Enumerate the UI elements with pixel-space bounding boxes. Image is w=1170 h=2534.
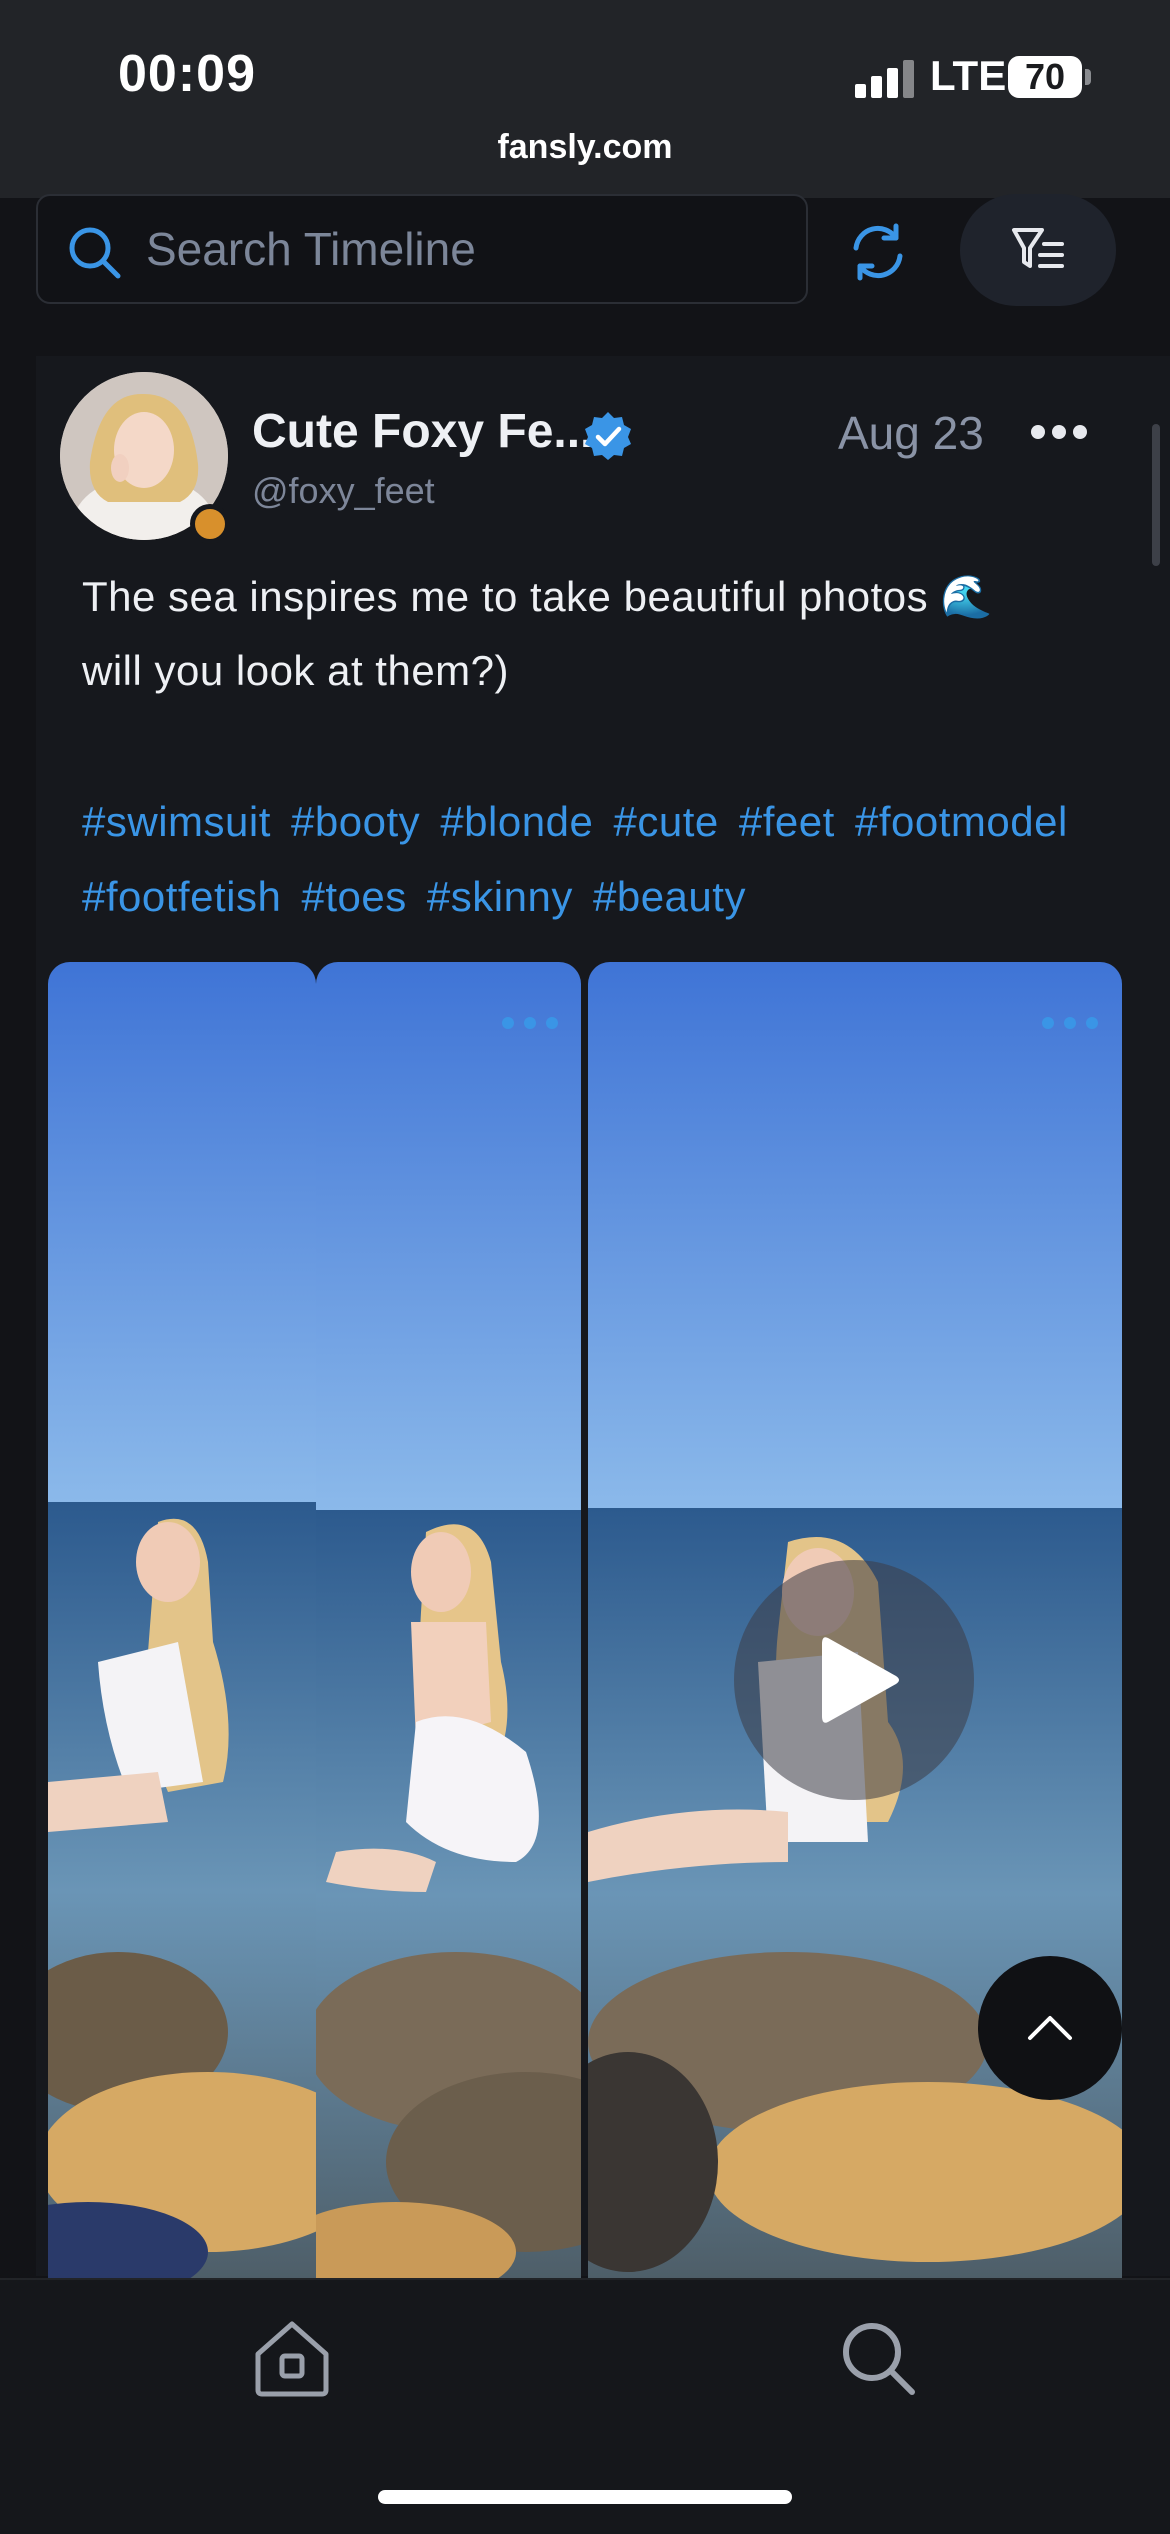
scroll-to-top-button[interactable] <box>978 1956 1122 2100</box>
media-more-icon[interactable] <box>1040 1016 1100 1030</box>
signal-strength-icon <box>855 60 915 98</box>
scrollbar[interactable] <box>1152 424 1160 566</box>
hashtag-link[interactable]: #cute <box>613 798 718 845</box>
post-text-line: The sea inspires me to take beautiful ph… <box>82 573 994 620</box>
hashtag-link[interactable]: #booty <box>291 798 420 845</box>
online-status-indicator <box>190 504 230 544</box>
hashtag-link[interactable]: #feet <box>739 798 835 845</box>
post-hashtags: #swimsuit #booty #blonde #cute #feet #fo… <box>82 784 1142 934</box>
hashtag-link[interactable]: #footfetish <box>82 873 281 920</box>
media-more-icon[interactable] <box>500 1016 560 1030</box>
filter-icon <box>1012 228 1064 268</box>
hashtag-link[interactable]: #swimsuit <box>82 798 271 845</box>
verified-badge-icon <box>585 412 631 460</box>
more-icon[interactable] <box>1030 420 1088 444</box>
media-photo-1[interactable] <box>48 962 316 2280</box>
post-text: The sea inspires me to take beautiful ph… <box>82 560 1102 708</box>
post-author-name[interactable]: Cute Foxy Fe... <box>252 404 593 459</box>
chevron-up-icon <box>1028 2016 1072 2040</box>
home-icon[interactable] <box>252 2318 332 2398</box>
search-icon <box>69 227 121 279</box>
status-bar: 00:09 LTE 70 fansly.com <box>0 0 1170 198</box>
post-text-line: will you look at them?) <box>82 647 510 694</box>
video-play-button[interactable] <box>734 1560 974 1800</box>
browser-url[interactable]: fansly.com <box>0 128 1170 167</box>
battery-tip <box>1085 69 1091 85</box>
hashtag-link[interactable]: #toes <box>301 873 406 920</box>
home-indicator <box>378 2490 792 2504</box>
search-input[interactable]: Search Timeline <box>36 194 808 304</box>
hashtag-link[interactable]: #blonde <box>440 798 593 845</box>
post-date: Aug 23 <box>838 407 984 459</box>
search-icon[interactable] <box>838 2318 918 2398</box>
filter-button[interactable] <box>960 194 1116 306</box>
refresh-button[interactable] <box>846 220 910 284</box>
search-placeholder: Search Timeline <box>146 223 476 275</box>
play-icon <box>822 1637 899 1723</box>
battery-icon: 70 <box>1008 56 1082 98</box>
network-type: LTE <box>930 52 1007 99</box>
media-photo-2[interactable] <box>316 962 581 2280</box>
hashtag-link[interactable]: #footmodel <box>855 798 1068 845</box>
post-author-username[interactable]: @foxy_feet <box>252 470 435 512</box>
status-time: 00:09 <box>118 45 256 103</box>
hashtag-link[interactable]: #beauty <box>593 873 746 920</box>
hashtag-link[interactable]: #skinny <box>427 873 573 920</box>
